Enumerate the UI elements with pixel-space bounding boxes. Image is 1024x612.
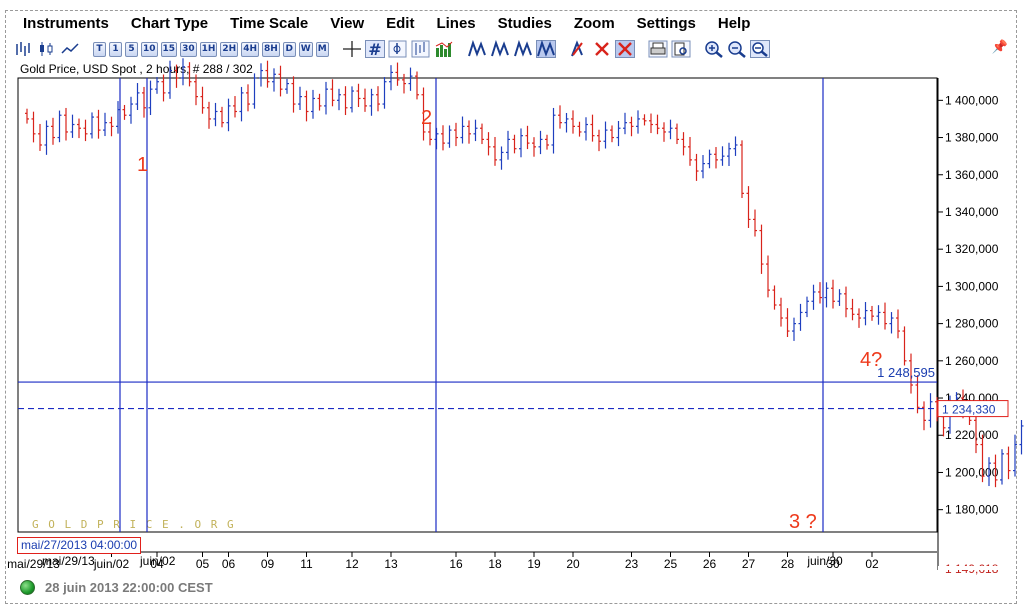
x-tick-label: 06: [222, 557, 236, 571]
x-tick-label: juin/02: [93, 557, 130, 571]
ohlc-bar: [1013, 434, 1017, 477]
x-tick-label: 25: [664, 557, 678, 571]
x-tick-label: 19: [527, 557, 541, 571]
y-tick-label: 1 380,000: [945, 131, 999, 145]
x-tick-label: 18: [488, 557, 502, 571]
y-tick-label: 1 220,000: [945, 428, 999, 442]
plot-area: [17, 77, 938, 533]
x-tick-label: 20: [566, 557, 580, 571]
ohlc-bar: [1019, 419, 1024, 455]
y-tick-label: 1 180,000: [945, 503, 999, 517]
y-tick-label: 1 280,000: [945, 317, 999, 331]
ohlc-bar: [1006, 446, 1011, 480]
price-chart[interactable]: G O L D P R I C E . O R G 1 400,000 1 380,…: [0, 0, 1024, 612]
x-tick-label: 12: [345, 557, 359, 571]
x-tick-label: 05: [196, 557, 210, 571]
connection-status-icon: [20, 580, 35, 595]
y-tick-label: 1 300,000: [945, 279, 999, 293]
y-tick-label: 1 400,000: [945, 93, 999, 107]
x-tick-label: 23: [625, 557, 639, 571]
chart-annotation: 3 ?: [789, 511, 817, 533]
status-timestamp: 28 juin 2013 22:00:00 CEST: [45, 580, 213, 595]
y-tick-label: 1 260,000: [945, 354, 999, 368]
y-tick-label: 1 360,000: [945, 168, 999, 182]
level-label: 1 248,595: [877, 365, 935, 380]
x-tick-label: 13: [384, 557, 398, 571]
x-tick-label: 28: [781, 557, 795, 571]
current-price-label: 1 234,330: [942, 403, 996, 417]
status-bar: 28 juin 2013 22:00:00 CEST: [20, 580, 213, 595]
chart-annotation: 2: [421, 107, 432, 129]
y-tick-label: 1 200,000: [945, 465, 999, 479]
x-tick-label: 02: [865, 557, 879, 571]
ohlc-bar: [1000, 449, 1004, 485]
cursor-date-label: mai/27/2013 04:00:00: [17, 537, 142, 554]
x-tick-label: juin/02: [139, 554, 176, 568]
x-tick-label: 09: [261, 557, 275, 571]
watermark-text: G O L D P R I C E . O R G: [32, 518, 235, 531]
x-tick-label: mai/29/13: [42, 554, 95, 568]
x-tick-label: 26: [703, 557, 717, 571]
chart-annotation: 4?: [860, 349, 882, 371]
x-tick-label: 11: [300, 557, 313, 571]
x-tick-label: 16: [449, 557, 463, 571]
clip-mask: [938, 566, 1008, 570]
y-tick-label: 1 320,000: [945, 242, 999, 256]
chart-annotation: 1: [137, 154, 148, 176]
y-tick-label: 1 340,000: [945, 205, 999, 219]
x-tick-label: 27: [742, 557, 756, 571]
x-tick-label: juin/30: [806, 554, 843, 568]
